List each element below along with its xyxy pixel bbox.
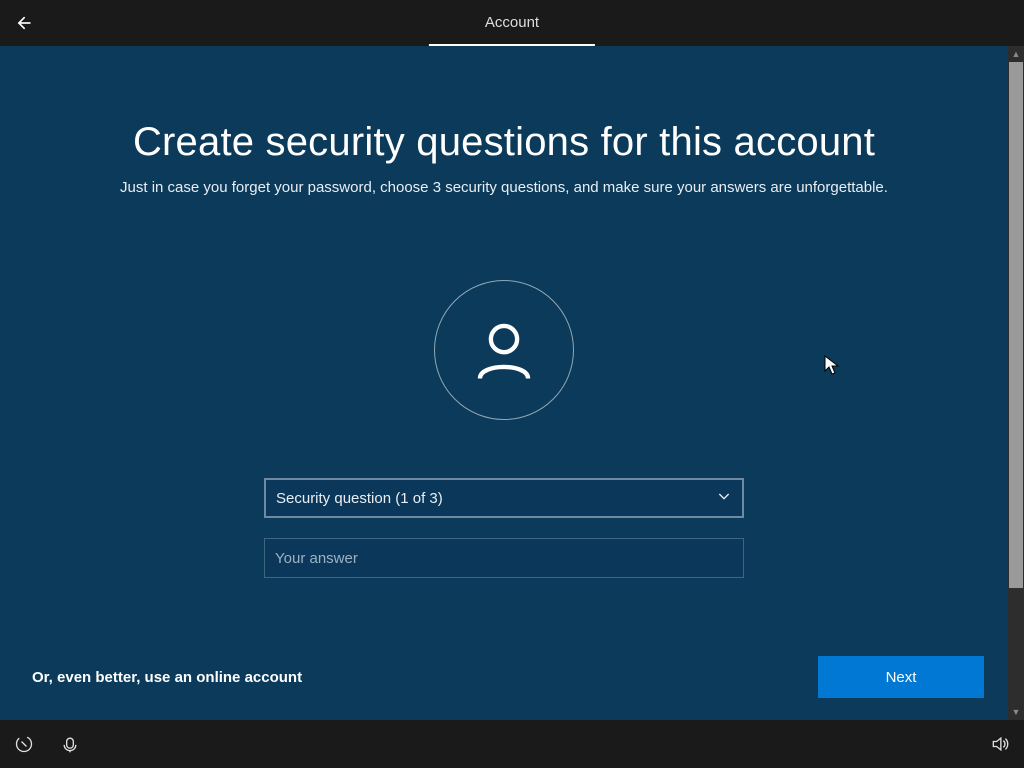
ease-of-access-button[interactable] [12, 732, 36, 756]
title-bar: Account [0, 0, 1024, 46]
footer-row: Or, even better, use an online account N… [32, 656, 984, 698]
ime-icon [60, 734, 80, 754]
bottom-left-icons [12, 732, 82, 756]
scroll-track[interactable] [1008, 62, 1024, 704]
tab-account[interactable]: Account [429, 1, 595, 47]
main-content: Create security questions for this accou… [0, 46, 1008, 720]
next-button[interactable]: Next [818, 656, 984, 698]
bottom-bar [0, 720, 1024, 768]
volume-icon [990, 734, 1010, 754]
back-arrow-icon [13, 13, 33, 33]
ease-of-access-icon [14, 734, 34, 754]
scroll-thumb[interactable] [1009, 62, 1023, 588]
answer-input[interactable] [275, 550, 733, 567]
select-placeholder: Security question (1 of 3) [276, 490, 443, 507]
scroll-up-button[interactable]: ▲ [1008, 46, 1024, 62]
security-question-form: Security question (1 of 3) [264, 478, 744, 578]
chevron-down-icon [716, 488, 732, 508]
page-title: Create security questions for this accou… [0, 120, 1008, 165]
use-online-account-link[interactable]: Or, even better, use an online account [32, 669, 302, 686]
tab-strip: Account [429, 0, 595, 46]
back-button[interactable] [0, 0, 46, 46]
scroll-down-button[interactable]: ▼ [1008, 704, 1024, 720]
volume-button[interactable] [988, 732, 1012, 756]
page-subtitle: Just in case you forget your password, c… [0, 179, 1008, 196]
user-icon [469, 315, 539, 385]
tab-label: Account [485, 14, 539, 31]
ime-button[interactable] [58, 732, 82, 756]
avatar [434, 280, 574, 420]
answer-field-wrapper [264, 538, 744, 578]
vertical-scrollbar[interactable]: ▲ ▼ [1008, 46, 1024, 720]
security-question-select[interactable]: Security question (1 of 3) [264, 478, 744, 518]
